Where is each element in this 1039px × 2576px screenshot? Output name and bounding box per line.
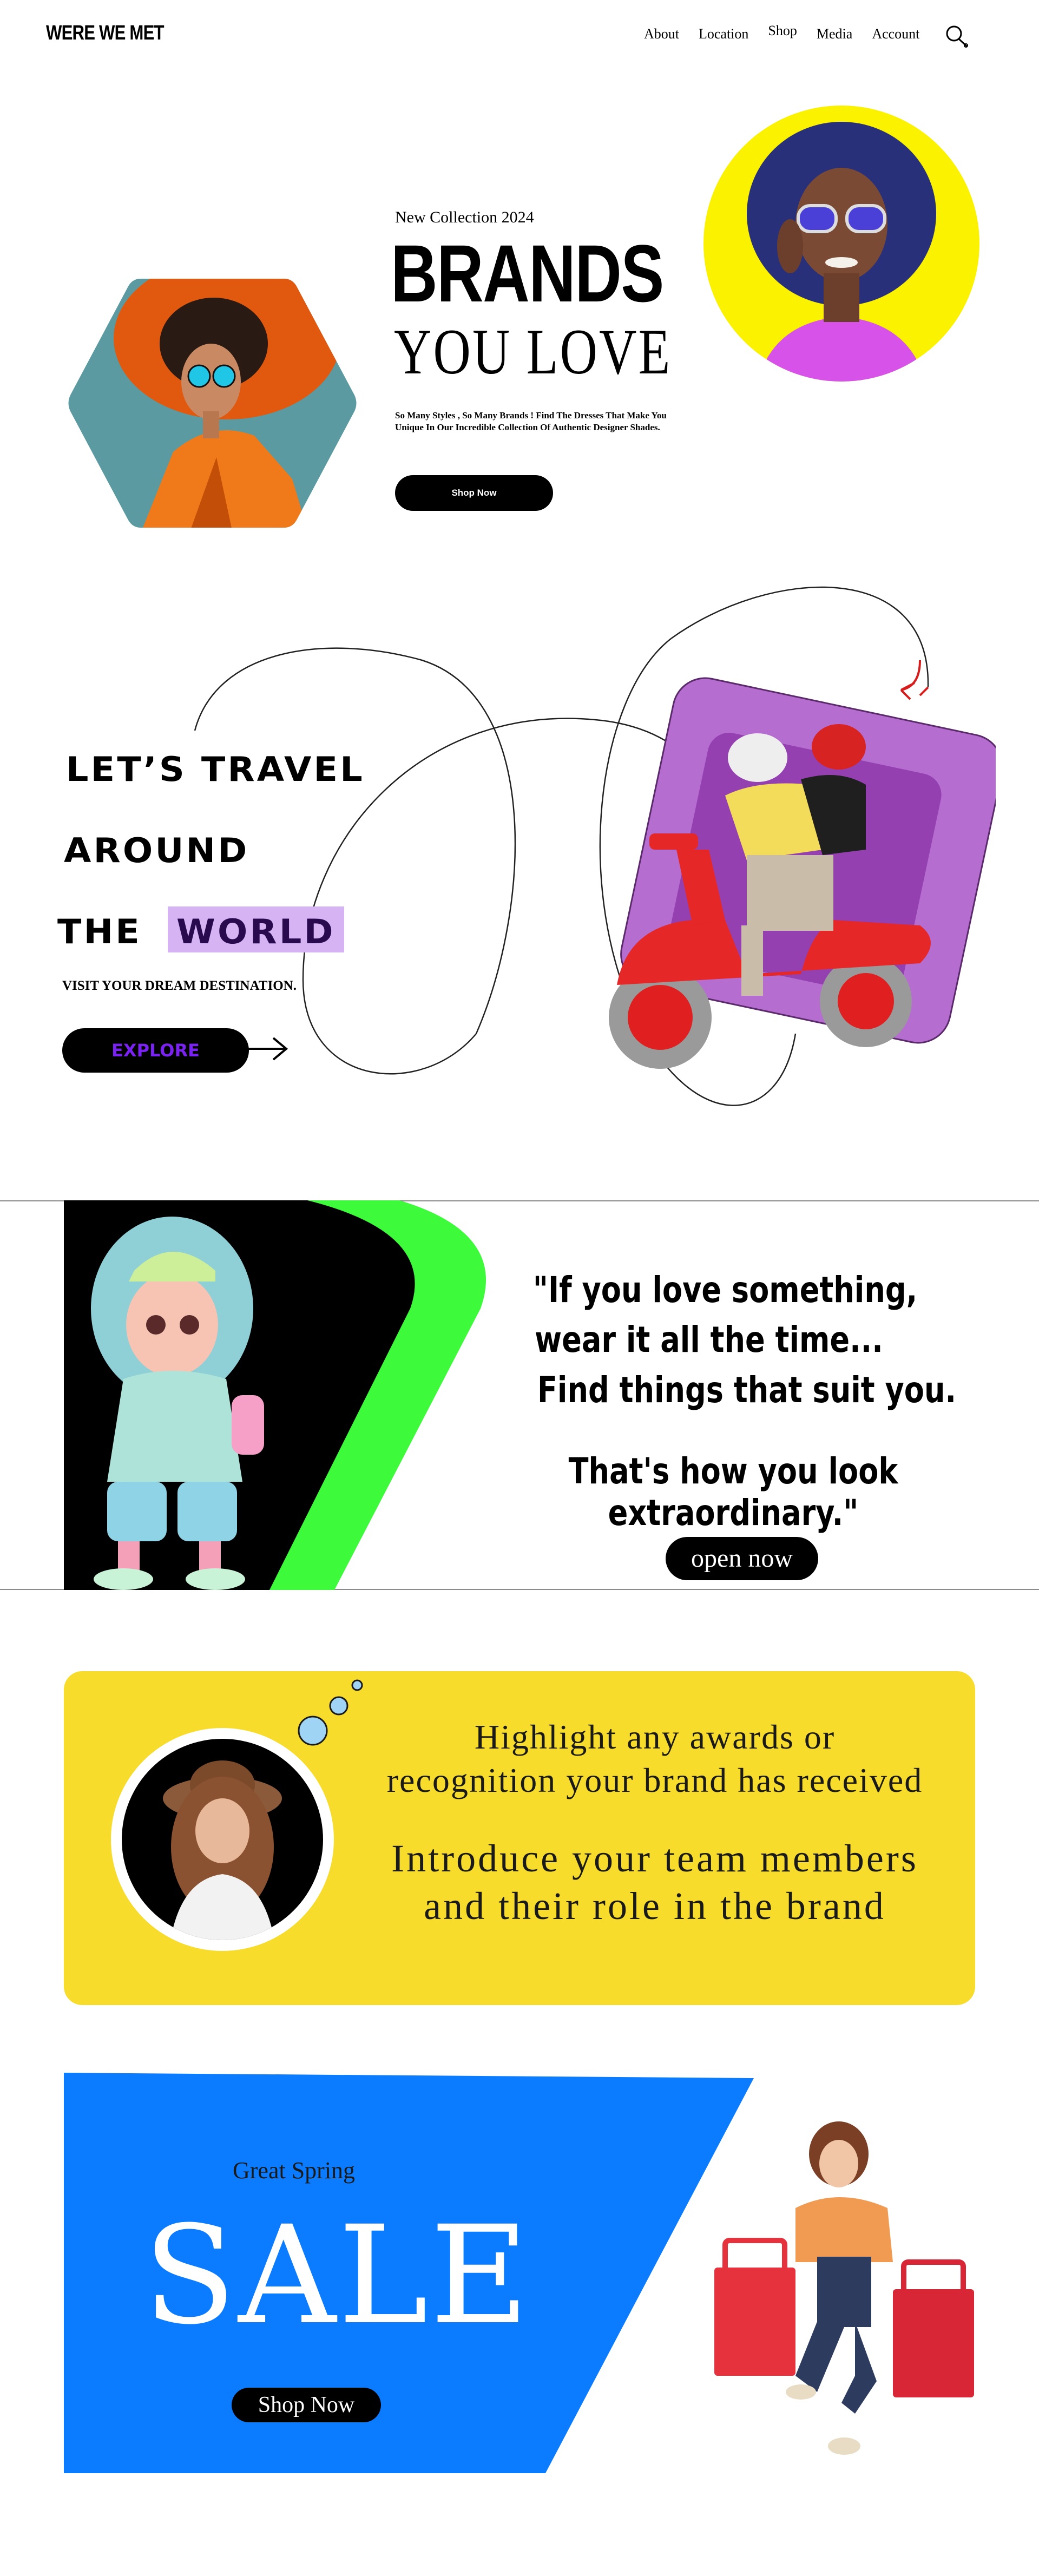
travel-heading-world: WORLD	[176, 912, 336, 951]
woman-purple-afro-illustration	[747, 122, 936, 382]
quote-line1: "If you love something,	[532, 1269, 918, 1311]
about-line4: and their role in the brand	[424, 1884, 886, 1928]
nav-shop[interactable]: Shop	[768, 23, 797, 39]
sale-title: SALE	[143, 2197, 531, 2354]
explore-button[interactable]: EXPLORE	[62, 1028, 249, 1073]
travel-heading-the: THE	[57, 912, 142, 951]
open-now-button[interactable]: open now	[666, 1537, 818, 1580]
about-team-text: Introduce your team members and their ro…	[352, 1835, 958, 1930]
hero-description-line1: So Many Styles , So Many Brands ! Find T…	[395, 410, 667, 420]
brand-logo[interactable]: WERE WE MET	[46, 22, 165, 45]
hero-hexagon-image	[68, 279, 357, 528]
travel-tagline: VISIT YOUR DREAM DESTINATION.	[62, 978, 297, 993]
about-line2: recognition your brand has received	[386, 1761, 923, 1799]
travel-heading-line2: AROUND	[64, 831, 249, 870]
jumping-shopper-illustration	[714, 2121, 974, 2455]
sale-kicker: Great Spring	[233, 2157, 356, 2184]
woman-hat-illustration	[163, 1760, 282, 1940]
search-icon[interactable]	[944, 24, 969, 49]
quote-line4: That's how you look extraordinary."	[568, 1450, 898, 1534]
hero-description-line2: Unique In Our Incredible Collection Of A…	[395, 422, 660, 432]
about-line1: Highlight any awards or	[474, 1718, 836, 1756]
arrow-right-icon[interactable]	[246, 1033, 290, 1065]
nav-about[interactable]: About	[644, 26, 679, 42]
nav-media[interactable]: Media	[817, 26, 852, 42]
quote-line3: Find things that suit you.	[537, 1369, 957, 1411]
nav-location[interactable]: Location	[699, 26, 748, 42]
team-member-avatar	[122, 1739, 323, 1940]
quote-line2: wear it all the time...	[535, 1319, 883, 1361]
hero-circle-image	[703, 106, 979, 382]
main-nav: About Location Shop Media Account	[644, 23, 939, 42]
hero-kicker: New Collection 2024	[395, 208, 534, 226]
travel-heading-line1: LET’S TRAVEL	[66, 750, 365, 789]
nav-account[interactable]: Account	[872, 26, 919, 42]
sale-shop-now-button[interactable]: Shop Now	[232, 2388, 381, 2422]
quote-band-art	[64, 1200, 486, 1590]
hero-shop-now-button[interactable]: Shop Now	[395, 475, 553, 511]
hero-description: So Many Styles , So Many Brands ! Find T…	[395, 410, 763, 433]
about-line3: Introduce your team members	[391, 1837, 918, 1880]
scooter-couple-illustration	[609, 677, 996, 1069]
hero-subtitle: YOU LOVE	[394, 316, 672, 387]
about-awards-text: Highlight any awards or recognition your…	[352, 1716, 958, 1802]
hero-title: BRANDS	[391, 228, 664, 319]
